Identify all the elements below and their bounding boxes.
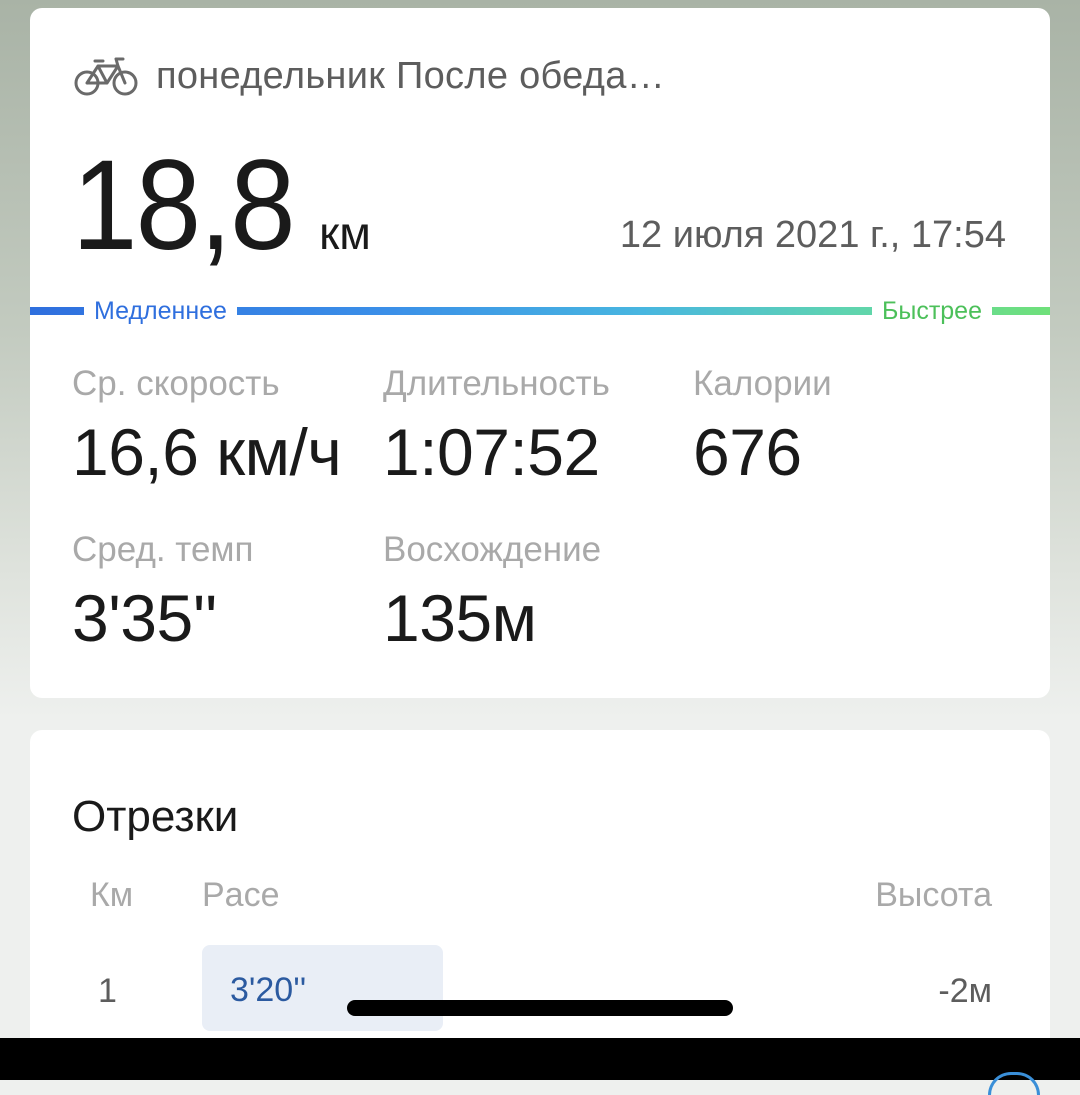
stat-label: Калории bbox=[693, 364, 832, 403]
slower-label: Медленнее bbox=[84, 297, 237, 325]
stat-label: Длительность bbox=[383, 364, 610, 403]
stat-calories: Калории 676 bbox=[693, 364, 832, 490]
split-pace-bar: 3'20'' bbox=[202, 945, 443, 1031]
stat-avg-pace: Сред. темп 3'35'' bbox=[72, 530, 253, 656]
stat-duration: Длительность 1:07:52 bbox=[383, 364, 610, 490]
stat-value: 3'35'' bbox=[72, 581, 217, 655]
speed-gradient-bar: Медленнее Быстрее bbox=[30, 297, 1050, 325]
bottom-black-bar bbox=[0, 1038, 1080, 1080]
column-header-altitude: Высота bbox=[875, 876, 992, 914]
stat-label: Ср. скорость bbox=[72, 364, 280, 403]
stat-value: 1:07:52 bbox=[383, 415, 600, 489]
activity-title: понедельник После обеда… bbox=[156, 54, 665, 97]
faster-label: Быстрее bbox=[871, 297, 992, 325]
stat-value: 16,6 км/ч bbox=[72, 415, 342, 489]
distance-value: 18,8 bbox=[72, 134, 296, 277]
home-indicator[interactable] bbox=[347, 1000, 733, 1016]
splits-title: Отрезки bbox=[72, 792, 239, 841]
column-header-km: Км bbox=[90, 876, 134, 914]
bicycle-icon bbox=[74, 57, 138, 96]
split-altitude: -2м bbox=[938, 972, 992, 1010]
stat-elevation-gain: Восхождение 135м bbox=[383, 530, 601, 656]
distance-unit: км bbox=[319, 207, 371, 259]
split-pace: 3'20'' bbox=[230, 971, 307, 1009]
stat-avg-speed: Ср. скорость 16,6 км/ч bbox=[72, 364, 342, 490]
distance-display: 18,8 км bbox=[72, 132, 371, 279]
column-header-pace: Pace bbox=[202, 876, 280, 914]
stat-value: 676 bbox=[693, 415, 802, 489]
stat-label: Сред. темп bbox=[72, 530, 254, 569]
stat-label: Восхождение bbox=[383, 530, 602, 569]
activity-summary-card: понедельник После обеда… 18,8 км 12 июля… bbox=[30, 8, 1050, 698]
split-km: 1 bbox=[98, 972, 117, 1010]
activity-datetime: 12 июля 2021 г., 17:54 bbox=[619, 214, 1006, 256]
stat-value: 135м bbox=[383, 581, 537, 655]
activity-title-row: понедельник После обеда… bbox=[74, 54, 665, 98]
